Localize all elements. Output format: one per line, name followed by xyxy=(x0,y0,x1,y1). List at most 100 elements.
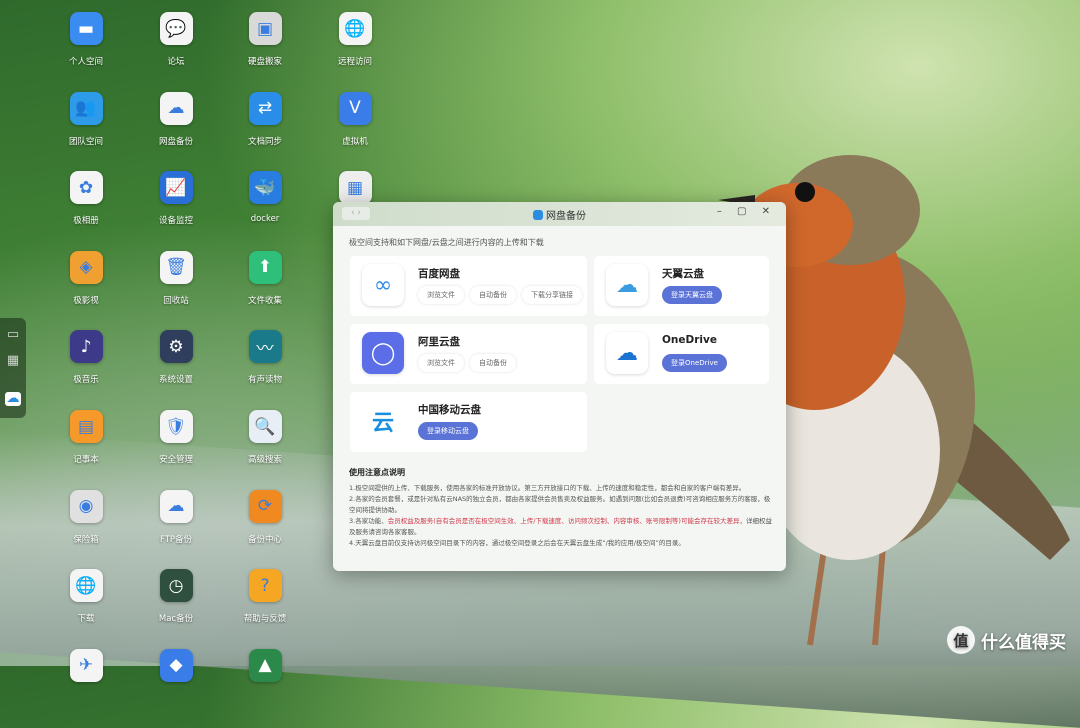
cloud-backup-icon[interactable]: ☁ xyxy=(5,392,21,406)
app-label: 高级搜索 xyxy=(247,455,282,465)
desktop-app[interactable]: ⚙ 系统设置 xyxy=(136,330,216,385)
app-label: 硬盘搬家 xyxy=(247,57,282,67)
notes-title: 使用注意点说明 xyxy=(349,468,405,477)
desktop-app[interactable]: ▤ 记事本 xyxy=(46,410,126,465)
app-label: 安全管理 xyxy=(158,455,193,465)
desktop-app[interactable]: ▣ 硬盘搬家 xyxy=(225,12,305,67)
desktop-app[interactable]: 〰有声读物 xyxy=(225,330,305,385)
audiobook-icon: 〰 xyxy=(248,330,282,364)
baidu-netdisk-icon: ∞ xyxy=(362,264,404,306)
watermark: 值什么值得买 xyxy=(947,626,1066,654)
docker-icon: 🐳 xyxy=(248,171,282,205)
desktop-app[interactable]: 🗑 回收站 xyxy=(136,250,216,306)
auto-backup-button[interactable]: 自动备份 xyxy=(470,286,516,304)
app-label: 网盘备份 xyxy=(158,136,193,147)
monitor-icon: 📈 xyxy=(159,171,193,205)
desktop-app[interactable]: ✈ xyxy=(46,648,126,692)
login-china-mobile-button[interactable]: 登录移动云盘 xyxy=(418,422,478,440)
shield-icon: 🛡 xyxy=(159,410,193,443)
forum-icon: 💬 xyxy=(159,12,193,45)
apps-grid-icon[interactable]: ▦ xyxy=(5,354,21,368)
service-card-baidu: ∞ 百度网盘 浏览文件 自动备份 下载分享链接 xyxy=(350,256,587,316)
app-label: 下载 xyxy=(77,614,95,625)
app-label: docker xyxy=(250,214,280,225)
collect-icon: ⬆ xyxy=(248,250,282,284)
app-label: 个人空间 xyxy=(68,57,103,67)
service-card-aliyun: ◯ 阿里云盘 浏览文件 自动备份 xyxy=(350,324,587,384)
onedrive-icon: ☁ xyxy=(606,332,648,374)
desktop-app[interactable]: ◈ 极影视 xyxy=(46,250,126,306)
drive-icon[interactable]: ▭ xyxy=(5,328,21,342)
help-icon: ? xyxy=(248,569,282,603)
remote-icon: 🌐 xyxy=(338,12,372,45)
watermark-logo-icon: 值 xyxy=(947,626,975,654)
safe-icon: ◉ xyxy=(69,489,103,523)
desktop-app[interactable]: 💬 论坛 xyxy=(136,12,216,67)
disk-icon: ▣ xyxy=(248,12,282,45)
tianyi-cloud-icon: ☁ xyxy=(606,264,648,306)
folder-icon: ▬ xyxy=(69,12,103,45)
service-name: 天翼云盘 xyxy=(662,268,704,280)
desktop-app[interactable]: ? 帮助与反馈 xyxy=(225,569,305,624)
desktop-app[interactable]: ⇄ 文档同步 xyxy=(225,91,305,147)
desktop-app[interactable]: 🐳 docker xyxy=(225,171,305,224)
app-label: 记事本 xyxy=(73,455,99,465)
desktop-app[interactable]: ◉ 保险箱 xyxy=(46,489,126,545)
app-label: 团队空间 xyxy=(68,136,103,147)
desktop-app[interactable]: ◷ Mac备份 xyxy=(136,569,216,624)
download-share-link-button[interactable]: 下载分享链接 xyxy=(522,286,582,304)
plane-icon: ✈ xyxy=(69,648,103,682)
desktop-app[interactable]: ♪ 极音乐 xyxy=(46,330,126,385)
cloud-backup-icon: ☁ xyxy=(159,91,193,125)
app-label: 远程访问 xyxy=(337,57,372,67)
desktop-app[interactable]: ⬆ 文件收集 xyxy=(225,250,305,306)
app-label: 备份中心 xyxy=(247,534,282,545)
app-label: 文档同步 xyxy=(247,136,282,147)
desktop-app[interactable]: V 虚拟机 xyxy=(315,91,395,147)
auto-backup-button[interactable]: 自动备份 xyxy=(470,354,516,372)
browse-files-button[interactable]: 浏览文件 xyxy=(418,354,464,372)
note-2: 2.各家的会员套餐，或是针对私有云NAS的独立会员，都由各家提供会员售卖及权益服… xyxy=(349,495,771,514)
intro-text: 极空间支持和如下网盘/云盘之间进行内容的上传和下载 xyxy=(349,238,544,247)
desktop-app[interactable]: ◆ xyxy=(136,648,216,692)
desktop-app[interactable]: ⟳ 备份中心 xyxy=(225,489,305,545)
notepad-icon: ▤ xyxy=(69,410,103,443)
login-onedrive-button[interactable]: 登录OneDrive xyxy=(662,354,727,372)
note-3-lead: 3.各家功能、 xyxy=(349,517,388,525)
clock-icon: ◷ xyxy=(159,569,193,603)
browse-files-button[interactable]: 浏览文件 xyxy=(418,286,464,304)
note-3-warning: 会员权益及服务(自有会员是否在极空间生效、上传/下载速度、访问频次控制、内容审核… xyxy=(387,517,746,525)
desktop-app[interactable]: ☁ 网盘备份 xyxy=(136,91,216,147)
video-icon: ◈ xyxy=(69,250,103,284)
note-4: 4.天翼云盘目前仅支持访问极空间目录下的内容，通过极空间登录之后会在天翼云盘生成… xyxy=(349,539,685,547)
cloud-icon xyxy=(533,210,543,220)
desktop-app[interactable]: ▬ 个人空间 xyxy=(46,12,126,67)
watermark-text: 什么值得买 xyxy=(981,632,1066,653)
desktop-app[interactable]: 🔍 高级搜索 xyxy=(225,410,305,465)
search-icon: 🔍 xyxy=(248,410,282,443)
app-label: 论坛 xyxy=(167,57,185,67)
desktop-app[interactable]: 🌐 下载 xyxy=(46,569,126,624)
download-globe-icon: 🌐 xyxy=(69,569,103,603)
desktop-app[interactable]: 🌐 远程访问 xyxy=(315,12,395,67)
music-icon: ♪ xyxy=(69,330,103,364)
app-label: 极相册 xyxy=(73,216,99,227)
login-tianyi-button[interactable]: 登录天翼云盘 xyxy=(662,286,722,304)
cloud-backup-window: ‹ › 网盘备份 – ▢ ✕ 极空间支持和如下网盘/云盘之间进行内容的上传和下载… xyxy=(333,202,786,571)
app-label: 极音乐 xyxy=(73,375,99,386)
backup-center-icon: ⟳ xyxy=(248,489,282,523)
desktop-app[interactable]: ▲ xyxy=(225,648,305,692)
desktop-app[interactable]: 🛡 安全管理 xyxy=(136,410,216,465)
team-folder-icon: 👥 xyxy=(69,91,103,125)
window-controls[interactable]: – ▢ ✕ xyxy=(717,206,776,217)
desktop-app[interactable]: 📈 设备监控 xyxy=(136,171,216,226)
desktop-app[interactable]: ✿ 极相册 xyxy=(46,171,126,226)
service-card-tianyi: ☁ 天翼云盘 登录天翼云盘 xyxy=(594,256,769,316)
desktop-app[interactable]: ☁ FTP备份 xyxy=(136,489,216,545)
aliyun-drive-icon: ◯ xyxy=(362,332,404,374)
service-card-onedrive: ☁ OneDrive 登录OneDrive xyxy=(594,324,769,384)
app-icon: ◆ xyxy=(159,648,193,682)
photos-icon: ✿ xyxy=(69,171,103,205)
desktop-app[interactable]: 👥 团队空间 xyxy=(46,91,126,147)
app-label: 帮助与反馈 xyxy=(243,614,287,625)
